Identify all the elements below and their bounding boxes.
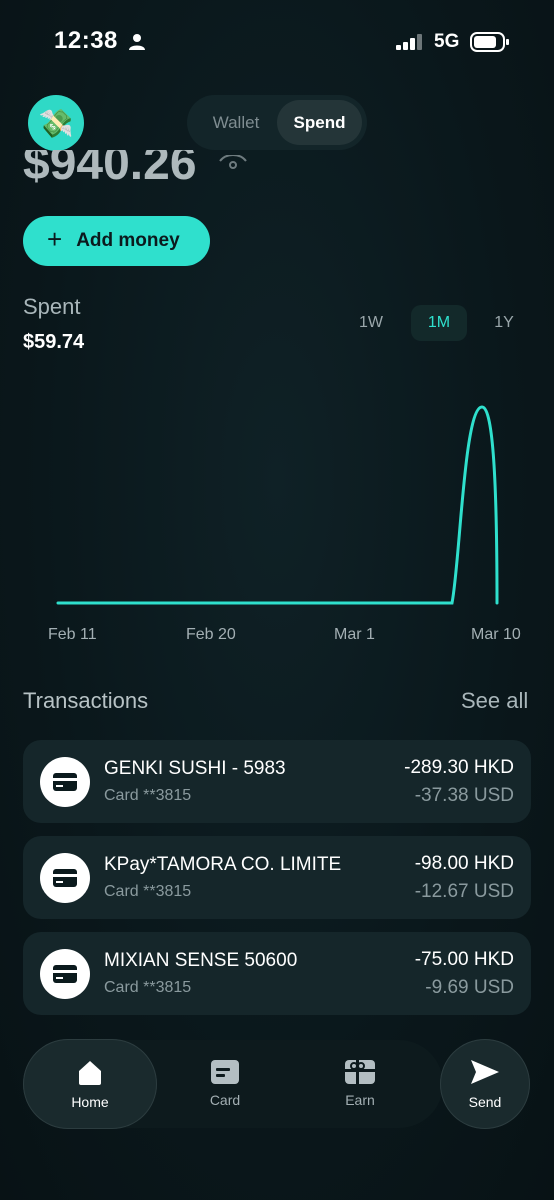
transaction-merchant: MIXIAN SENSE 50600 (104, 950, 298, 971)
x-tick-label: Mar 1 (334, 626, 375, 643)
add-money-button[interactable]: + Add money (23, 216, 210, 266)
card-icon (40, 757, 90, 807)
card-icon (211, 1060, 239, 1084)
gift-card-icon (345, 1060, 375, 1084)
nav-home-label: Home (71, 1094, 109, 1110)
nav-earn-label: Earn (345, 1092, 375, 1108)
spending-chart (56, 405, 499, 605)
transaction-amount: -98.00 HKD (414, 853, 514, 874)
transaction-card: Card **3815 (104, 883, 192, 900)
card-icon (40, 853, 90, 903)
plus-icon: + (47, 224, 63, 254)
spent-label: Spent (23, 294, 81, 319)
network-label: 5G (434, 31, 460, 52)
chart-series-line (56, 405, 499, 605)
transaction-amount: -289.30 HKD (404, 757, 514, 778)
transaction-usd: -12.67 USD (414, 881, 514, 902)
transaction-item[interactable]: KPay*TAMORA CO. LIMITE Card **3815 -98.0… (23, 836, 531, 919)
avatar[interactable]: 💸 (28, 95, 84, 151)
transaction-merchant: GENKI SUSHI - 5983 (104, 758, 286, 779)
status-time: 12:38 (54, 27, 118, 54)
tab-wallet[interactable]: Wallet (192, 100, 280, 145)
range-1m[interactable]: 1M (411, 305, 467, 341)
add-money-label: Add money (76, 230, 180, 251)
range-1y[interactable]: 1Y (483, 305, 525, 341)
transaction-merchant: KPay*TAMORA CO. LIMITE (104, 854, 342, 875)
transaction-amount: -75.00 HKD (414, 949, 514, 970)
range-1w[interactable]: 1W (348, 305, 394, 341)
transaction-item[interactable]: GENKI SUSHI - 5983 Card **3815 -289.30 H… (23, 740, 531, 823)
card-icon (40, 949, 90, 999)
transaction-item[interactable]: MIXIAN SENSE 50600 Card **3815 -75.00 HK… (23, 932, 531, 1015)
see-all-link[interactable]: See all (461, 688, 528, 714)
transaction-usd: -37.38 USD (414, 785, 514, 806)
spent-value: $59.74 (23, 331, 85, 353)
nav-card[interactable]: Card (190, 1060, 260, 1108)
nav-earn[interactable]: Earn (325, 1060, 395, 1108)
battery-icon (470, 32, 509, 52)
transaction-card: Card **3815 (104, 787, 192, 804)
transaction-usd: -9.69 USD (425, 977, 514, 998)
x-tick-label: Feb 11 (48, 626, 97, 643)
nav-home-content[interactable]: Home (23, 1058, 157, 1110)
signal-icon (396, 34, 422, 50)
x-tick-label: Feb 20 (186, 626, 236, 643)
x-tick-label: Mar 10 (471, 626, 521, 643)
wallet-spend-toggle: Wallet Spend (187, 95, 367, 150)
eye-icon[interactable] (218, 155, 248, 179)
transaction-card: Card **3815 (104, 979, 192, 996)
money-bag-icon: 💸 (38, 107, 74, 139)
nav-send-content[interactable]: Send (440, 1058, 530, 1110)
home-icon (79, 1061, 101, 1085)
person-icon (129, 34, 145, 50)
tab-spend[interactable]: Spend (277, 100, 362, 145)
send-arrow-icon (471, 1060, 499, 1084)
nav-card-label: Card (209, 1092, 241, 1108)
transactions-title: Transactions (23, 688, 149, 713)
nav-send-label: Send (468, 1094, 502, 1110)
